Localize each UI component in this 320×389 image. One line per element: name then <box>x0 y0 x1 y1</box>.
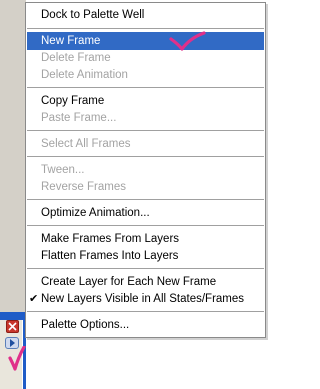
menu-item-label: Optimize Animation... <box>41 207 150 219</box>
menu-separator <box>27 130 264 131</box>
menu-item-label: New Frame <box>41 35 101 47</box>
menu-separator <box>27 28 264 29</box>
menu-item-label: Delete Animation <box>41 69 128 81</box>
menu-separator <box>27 87 264 88</box>
menu-item-select-all-frames[interactable]: Select All Frames <box>27 135 264 153</box>
pink-checkmark-icon <box>169 31 206 51</box>
menu-item-label: Paste Frame... <box>41 112 117 124</box>
menu-item-label: Tween... <box>41 164 85 176</box>
menu-item-flatten-frames-into-layers[interactable]: Flatten Frames Into Layers <box>27 247 264 265</box>
menu-item-label: Make Frames From Layers <box>41 233 180 245</box>
screen: Dock to Palette Well New Frame Delete Fr… <box>0 0 267 389</box>
close-icon[interactable] <box>6 320 19 333</box>
menu-item-label: Palette Options... <box>41 319 130 331</box>
palette-context-menu: Dock to Palette Well New Frame Delete Fr… <box>25 2 266 338</box>
menu-separator <box>27 199 264 200</box>
menu-item-optimize-animation[interactable]: Optimize Animation... <box>27 204 264 222</box>
menu-item-label: Reverse Frames <box>41 181 126 193</box>
menu-item-label: Copy Frame <box>41 95 105 107</box>
menu-item-tween[interactable]: Tween... <box>27 161 264 179</box>
menu-item-label: Delete Frame <box>41 52 111 64</box>
menu-item-label: Select All Frames <box>41 138 131 150</box>
menu-separator <box>27 225 264 226</box>
menu-item-make-frames-from-layers[interactable]: Make Frames From Layers <box>27 230 264 248</box>
menu-item-copy-frame[interactable]: Copy Frame <box>27 92 264 110</box>
menu-item-dock-to-palette-well[interactable]: Dock to Palette Well <box>27 6 264 24</box>
menu-separator <box>27 311 264 312</box>
menu-item-label: New Layers Visible in All States/Frames <box>41 293 245 305</box>
menu-separator <box>27 268 264 269</box>
menu-item-paste-frame[interactable]: Paste Frame... <box>27 109 264 127</box>
menu-item-create-layer-for-each-new-frame[interactable]: Create Layer for Each New Frame <box>27 273 264 291</box>
menu-item-reverse-frames[interactable]: Reverse Frames <box>27 178 264 196</box>
menu-item-label: Flatten Frames Into Layers <box>41 250 179 262</box>
menu-item-new-frame[interactable]: New Frame <box>27 32 264 50</box>
checkmark-icon: ✔ <box>29 293 39 305</box>
menu-separator <box>27 156 264 157</box>
menu-item-label: Dock to Palette Well <box>41 9 145 21</box>
menu-item-new-layers-visible[interactable]: ✔ New Layers Visible in All States/Frame… <box>27 290 264 308</box>
menu-item-delete-frame[interactable]: Delete Frame <box>27 49 264 67</box>
menu-item-delete-animation[interactable]: Delete Animation <box>27 66 264 84</box>
menu-item-label: Create Layer for Each New Frame <box>41 276 217 288</box>
pink-checkmark-icon <box>8 346 26 371</box>
menu-item-palette-options[interactable]: Palette Options... <box>27 316 264 334</box>
